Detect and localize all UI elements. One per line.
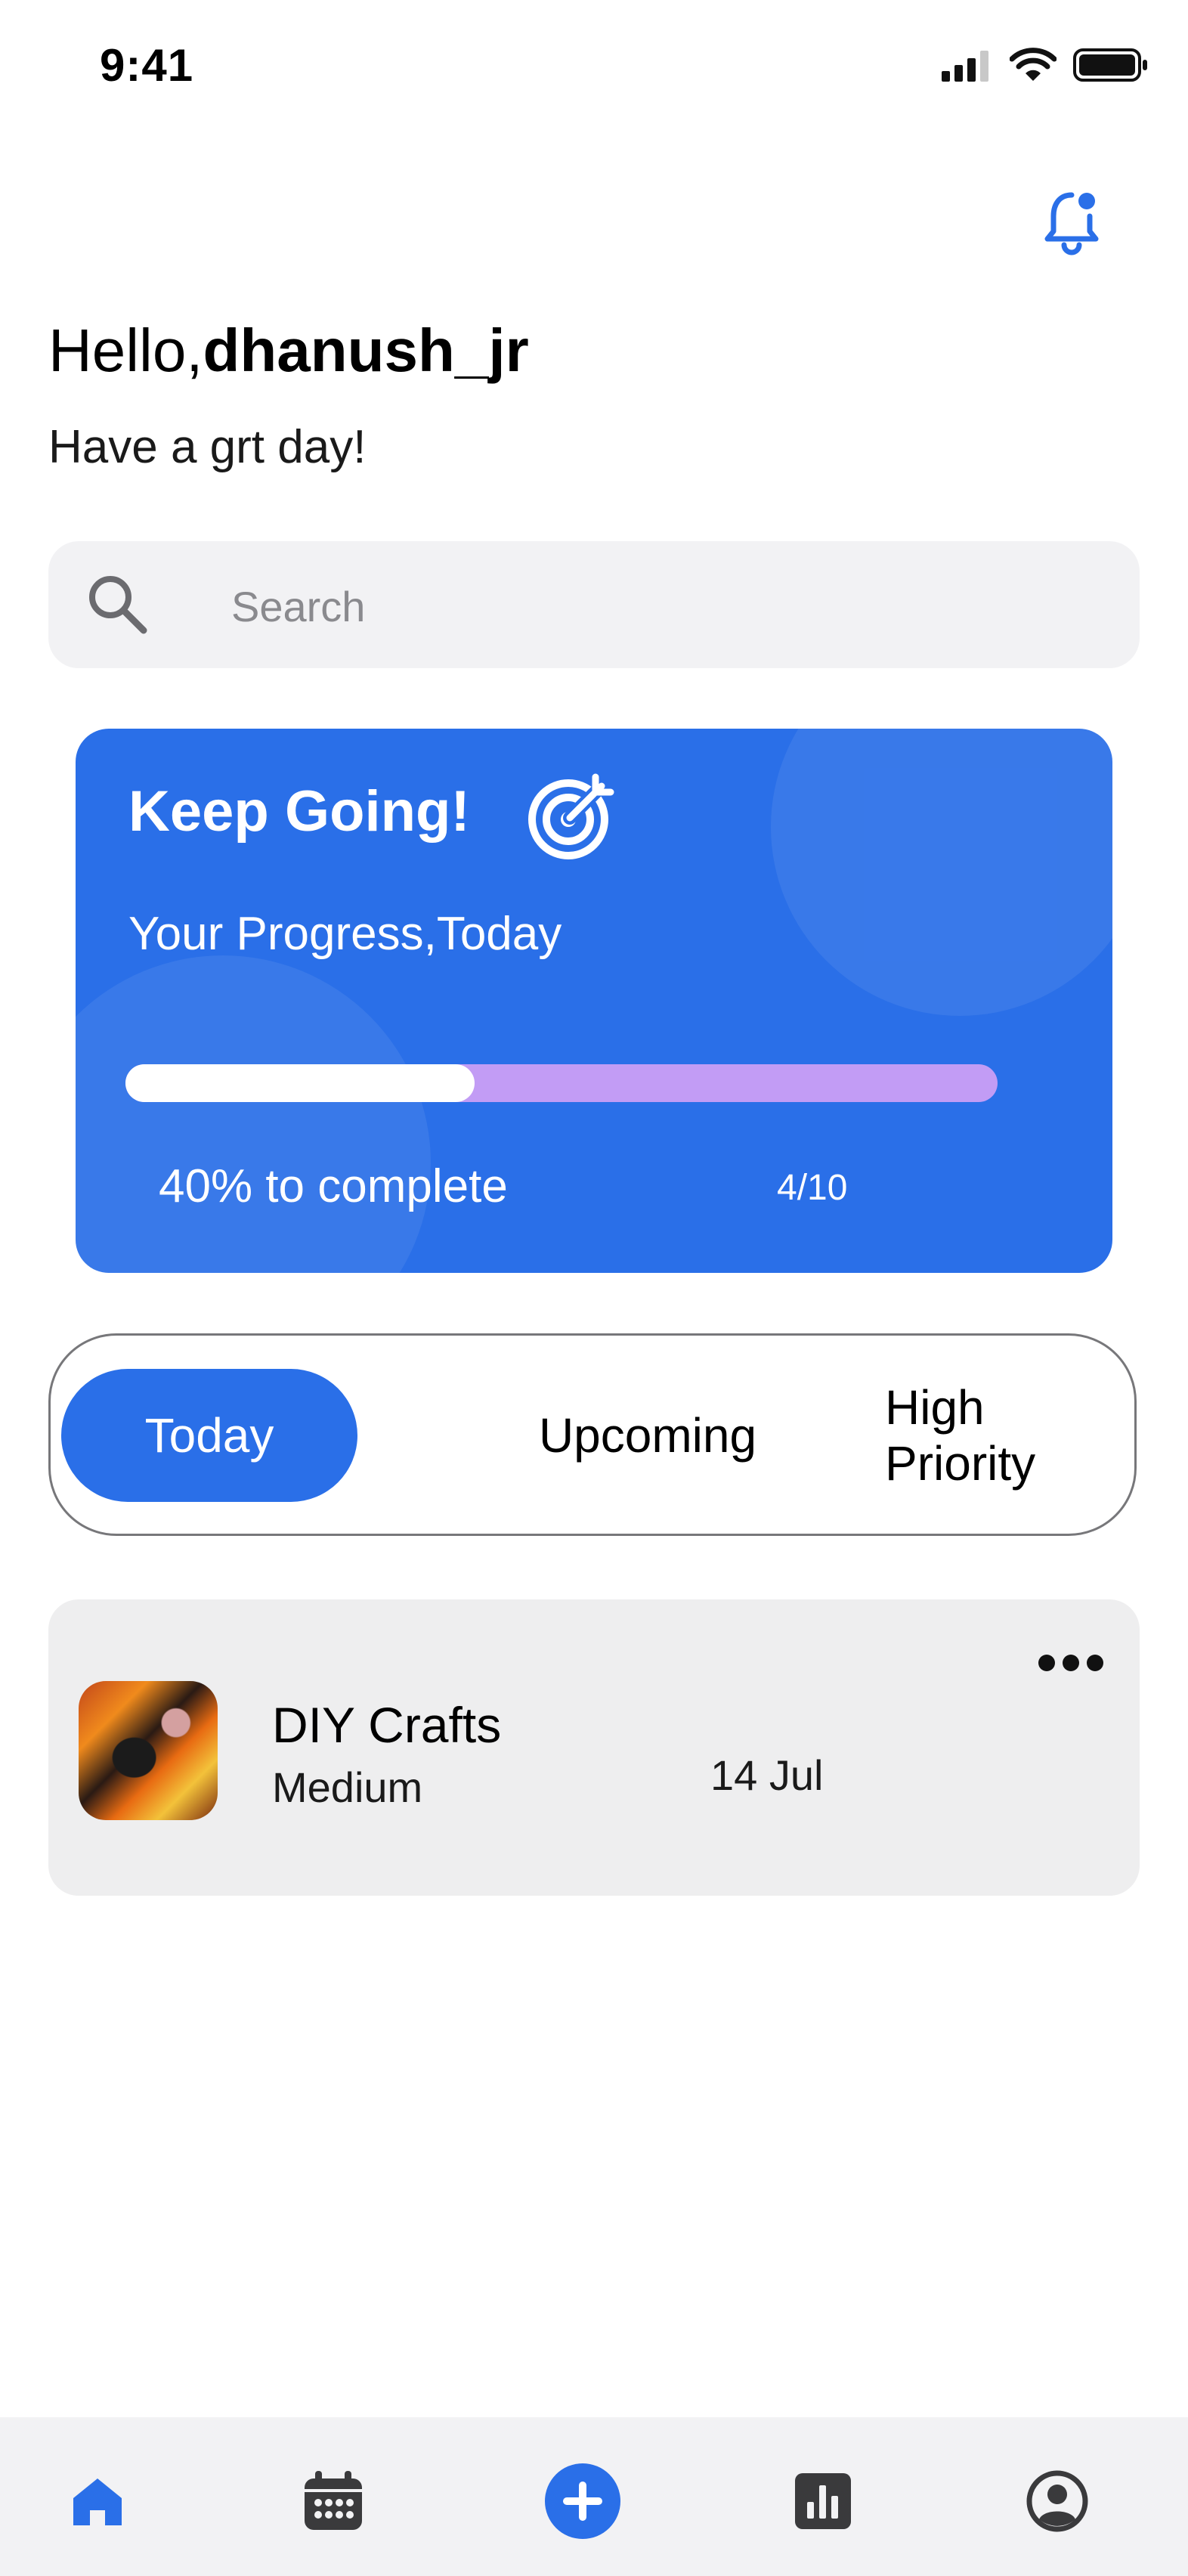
search-icon <box>89 576 147 634</box>
wifi-icon <box>1010 48 1057 81</box>
signal-icon <box>942 51 988 82</box>
greeting-hello: Hello, <box>48 317 203 384</box>
calendar-icon <box>305 2471 362 2530</box>
decorative-circle <box>76 955 431 1273</box>
progress-percent-label: 40% to complete <box>159 1160 508 1212</box>
nav-add[interactable] <box>541 2460 624 2543</box>
add-icon <box>545 2463 620 2539</box>
task-date: 14 Jul <box>710 1751 824 1799</box>
profile-icon <box>1026 2470 1088 2532</box>
tab-today[interactable]: Today <box>61 1369 357 1502</box>
progress-count-label: 4/10 <box>777 1168 848 1208</box>
search-input[interactable] <box>230 571 1064 641</box>
greeting-username: dhanush_jr <box>203 317 529 384</box>
task-thumbnail <box>79 1681 218 1820</box>
more-options-icon[interactable] <box>1038 1648 1106 1678</box>
progress-card-subtitle: Your Progress,Today <box>128 908 562 960</box>
task-filter-tabs: Today Upcoming High Priority <box>48 1333 1137 1536</box>
status-time: 9:41 <box>100 40 194 91</box>
status-icons <box>940 47 1149 83</box>
progress-bar-fill <box>125 1064 475 1102</box>
task-priority: Medium <box>272 1763 423 1811</box>
nav-calendar[interactable] <box>299 2467 367 2535</box>
greeting-subtitle: Have a grt day! <box>48 421 367 473</box>
progress-card-title: Keep Going! <box>128 779 470 844</box>
tab-upcoming[interactable]: Upcoming <box>474 1369 821 1502</box>
battery-icon <box>1073 48 1147 82</box>
tab-high-priority[interactable]: High Priority <box>829 1369 1146 1502</box>
progress-bar <box>125 1064 998 1102</box>
nav-profile[interactable] <box>1023 2467 1091 2535</box>
progress-card: Keep Going! Your Progress,Today 40% to c… <box>76 729 1112 1273</box>
bottom-nav <box>0 2417 1188 2576</box>
greeting-title: Hello,dhanush_jr <box>48 316 529 385</box>
task-title: DIY Crafts <box>272 1697 502 1753</box>
nav-stats[interactable] <box>789 2467 857 2535</box>
notification-bell-icon[interactable] <box>1041 187 1102 255</box>
decorative-circle <box>771 729 1112 1016</box>
home-icon <box>73 2478 122 2525</box>
target-icon <box>528 773 614 859</box>
nav-home[interactable] <box>63 2467 131 2535</box>
stats-icon <box>795 2473 851 2529</box>
search-bar[interactable] <box>48 541 1140 668</box>
task-card[interactable]: DIY Crafts Medium 14 Jul <box>48 1599 1140 1896</box>
